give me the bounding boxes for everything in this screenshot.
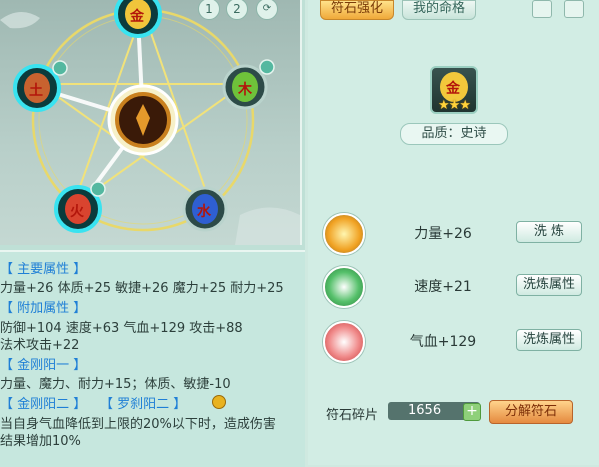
fragments-label: 符石碎片 — [326, 408, 379, 423]
main-attr-values: 力量+26 体质+25 敏捷+26 魔力+25 耐力+25 — [0, 281, 284, 296]
attr-row-speed: 速度+21 洗炼属性 — [308, 266, 599, 308]
quality-label: 品质：史诗 — [400, 123, 508, 145]
attr-text: 力量+26 — [414, 226, 472, 242]
edit-icon[interactable] — [564, 0, 584, 18]
heart-icon — [323, 321, 365, 363]
set1-desc: 力量、魔力、耐力+15；体质、敏捷-10 — [0, 377, 231, 392]
refine-button[interactable]: 洗 炼 — [516, 221, 582, 243]
left-panel: 金 土 木 火 水 1 2 ⟳ 【 主要属性 】 力量+26 体质+25 敏捷+… — [0, 0, 305, 467]
set2-header-a: 【 金刚阳二 】 — [0, 397, 87, 412]
element-label-bottom-left[interactable]: 火 — [70, 201, 84, 221]
element-label-top[interactable]: 金 — [130, 6, 144, 26]
rune-wheel: 金 土 木 火 水 1 2 ⟳ — [0, 0, 302, 245]
set1-header: 【 金刚阳一 】 — [0, 358, 87, 373]
gem-symbol: 金 — [446, 81, 460, 97]
right-panel: 符石强化 我的命格 金 ★★★ 品质：史诗 力量+26 洗 炼 速度+21 洗炼… — [308, 0, 599, 465]
star-rating: ★★★ — [438, 98, 471, 113]
attribute-info: 【 主要属性 】 力量+26 体质+25 敏捷+26 魔力+25 耐力+25 【… — [0, 250, 305, 467]
attr-row-hp: 气血+129 洗炼属性 — [308, 321, 599, 363]
wheel-graphics — [0, 0, 300, 245]
set2-header-b: 【 罗刹阳二 】 — [100, 397, 187, 412]
extra-attr-header: 【 附加属性 】 — [0, 301, 87, 316]
refine-attr-button[interactable]: 洗炼属性 — [516, 274, 582, 296]
element-label-left[interactable]: 土 — [29, 80, 43, 100]
main-attr-header: 【 主要属性 】 — [0, 262, 87, 277]
lock-icon[interactable] — [212, 395, 226, 409]
speed-icon — [323, 266, 365, 308]
element-label-right[interactable]: 木 — [238, 79, 252, 99]
refine-attr-button[interactable]: 洗炼属性 — [516, 329, 582, 351]
attr-row-strength: 力量+26 洗 炼 — [308, 213, 599, 255]
tab-rune-enhance[interactable]: 符石强化 — [320, 0, 394, 20]
set2-desc-line2: 结果增加10% — [0, 434, 81, 449]
attr-text: 气血+129 — [409, 334, 477, 350]
decompose-rune-button[interactable]: 分解符石 — [489, 400, 573, 424]
add-fragments-button[interactable]: + — [463, 403, 481, 421]
element-label-bottom-right[interactable]: 水 — [197, 201, 211, 221]
info-icon[interactable] — [532, 0, 552, 18]
strength-icon — [323, 213, 365, 255]
tab-my-destiny[interactable]: 我的命格 — [402, 0, 476, 20]
attr-text: 速度+21 — [414, 279, 472, 295]
extra-attr-line2: 法术攻击+22 — [0, 338, 80, 353]
